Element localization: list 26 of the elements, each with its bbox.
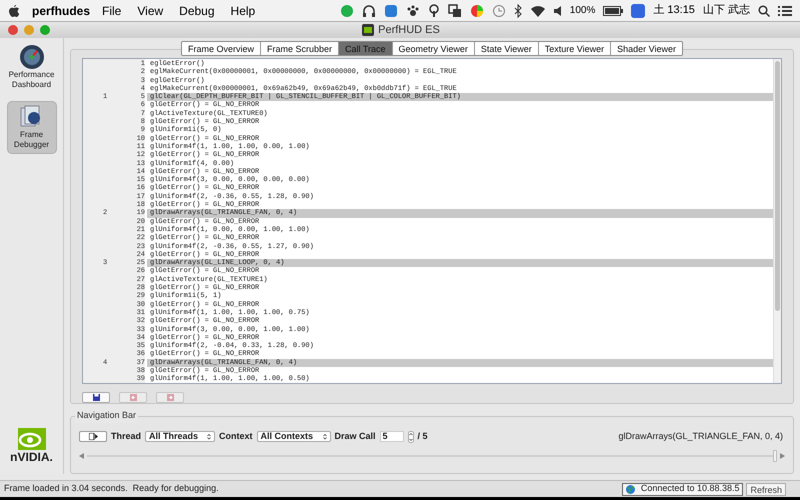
context-select[interactable]: All Contexts: [256, 431, 331, 442]
battery-percentage: 100%: [570, 4, 596, 18]
app-menu[interactable]: perfhudes: [32, 2, 90, 20]
menu-item[interactable]: Help: [230, 2, 256, 20]
draw-call-total: / 5: [418, 430, 428, 443]
connection-status: Connected to 10.88.38.5: [622, 482, 744, 496]
draw-call-field[interactable]: 5: [380, 431, 404, 442]
current-call-text: glDrawArrays(GL_TRIANGLE_FAN, 0, 4): [618, 430, 783, 443]
menu-item[interactable]: Debug: [179, 2, 215, 20]
thread-label: Thread: [111, 430, 142, 443]
tab[interactable]: Shader Viewer: [610, 42, 682, 55]
context-label: Context: [219, 430, 253, 443]
refresh-button[interactable]: Refresh: [746, 482, 786, 496]
sidebar-item[interactable]: Performance Dashboard: [6, 42, 56, 93]
status-message: Frame loaded in 3.04 seconds. Ready for debugging.: [4, 482, 219, 496]
tab[interactable]: Call Trace: [338, 42, 392, 55]
window-title: PerfHUD ES: [378, 22, 440, 38]
menu-item[interactable]: View: [137, 2, 164, 20]
draw-call-label: Draw Call: [334, 430, 376, 443]
logo-text: nVIDIA.: [10, 450, 53, 464]
menu-clock[interactable]: 土 13:15: [653, 2, 695, 19]
thread-select[interactable]: All Threads: [145, 431, 216, 442]
group-title: Navigation Bar: [75, 409, 138, 422]
menu-item[interactable]: File: [102, 2, 122, 20]
sidebar-item[interactable]: Frame Debugger: [6, 101, 56, 154]
user-name[interactable]: 山下 武志: [702, 2, 750, 19]
